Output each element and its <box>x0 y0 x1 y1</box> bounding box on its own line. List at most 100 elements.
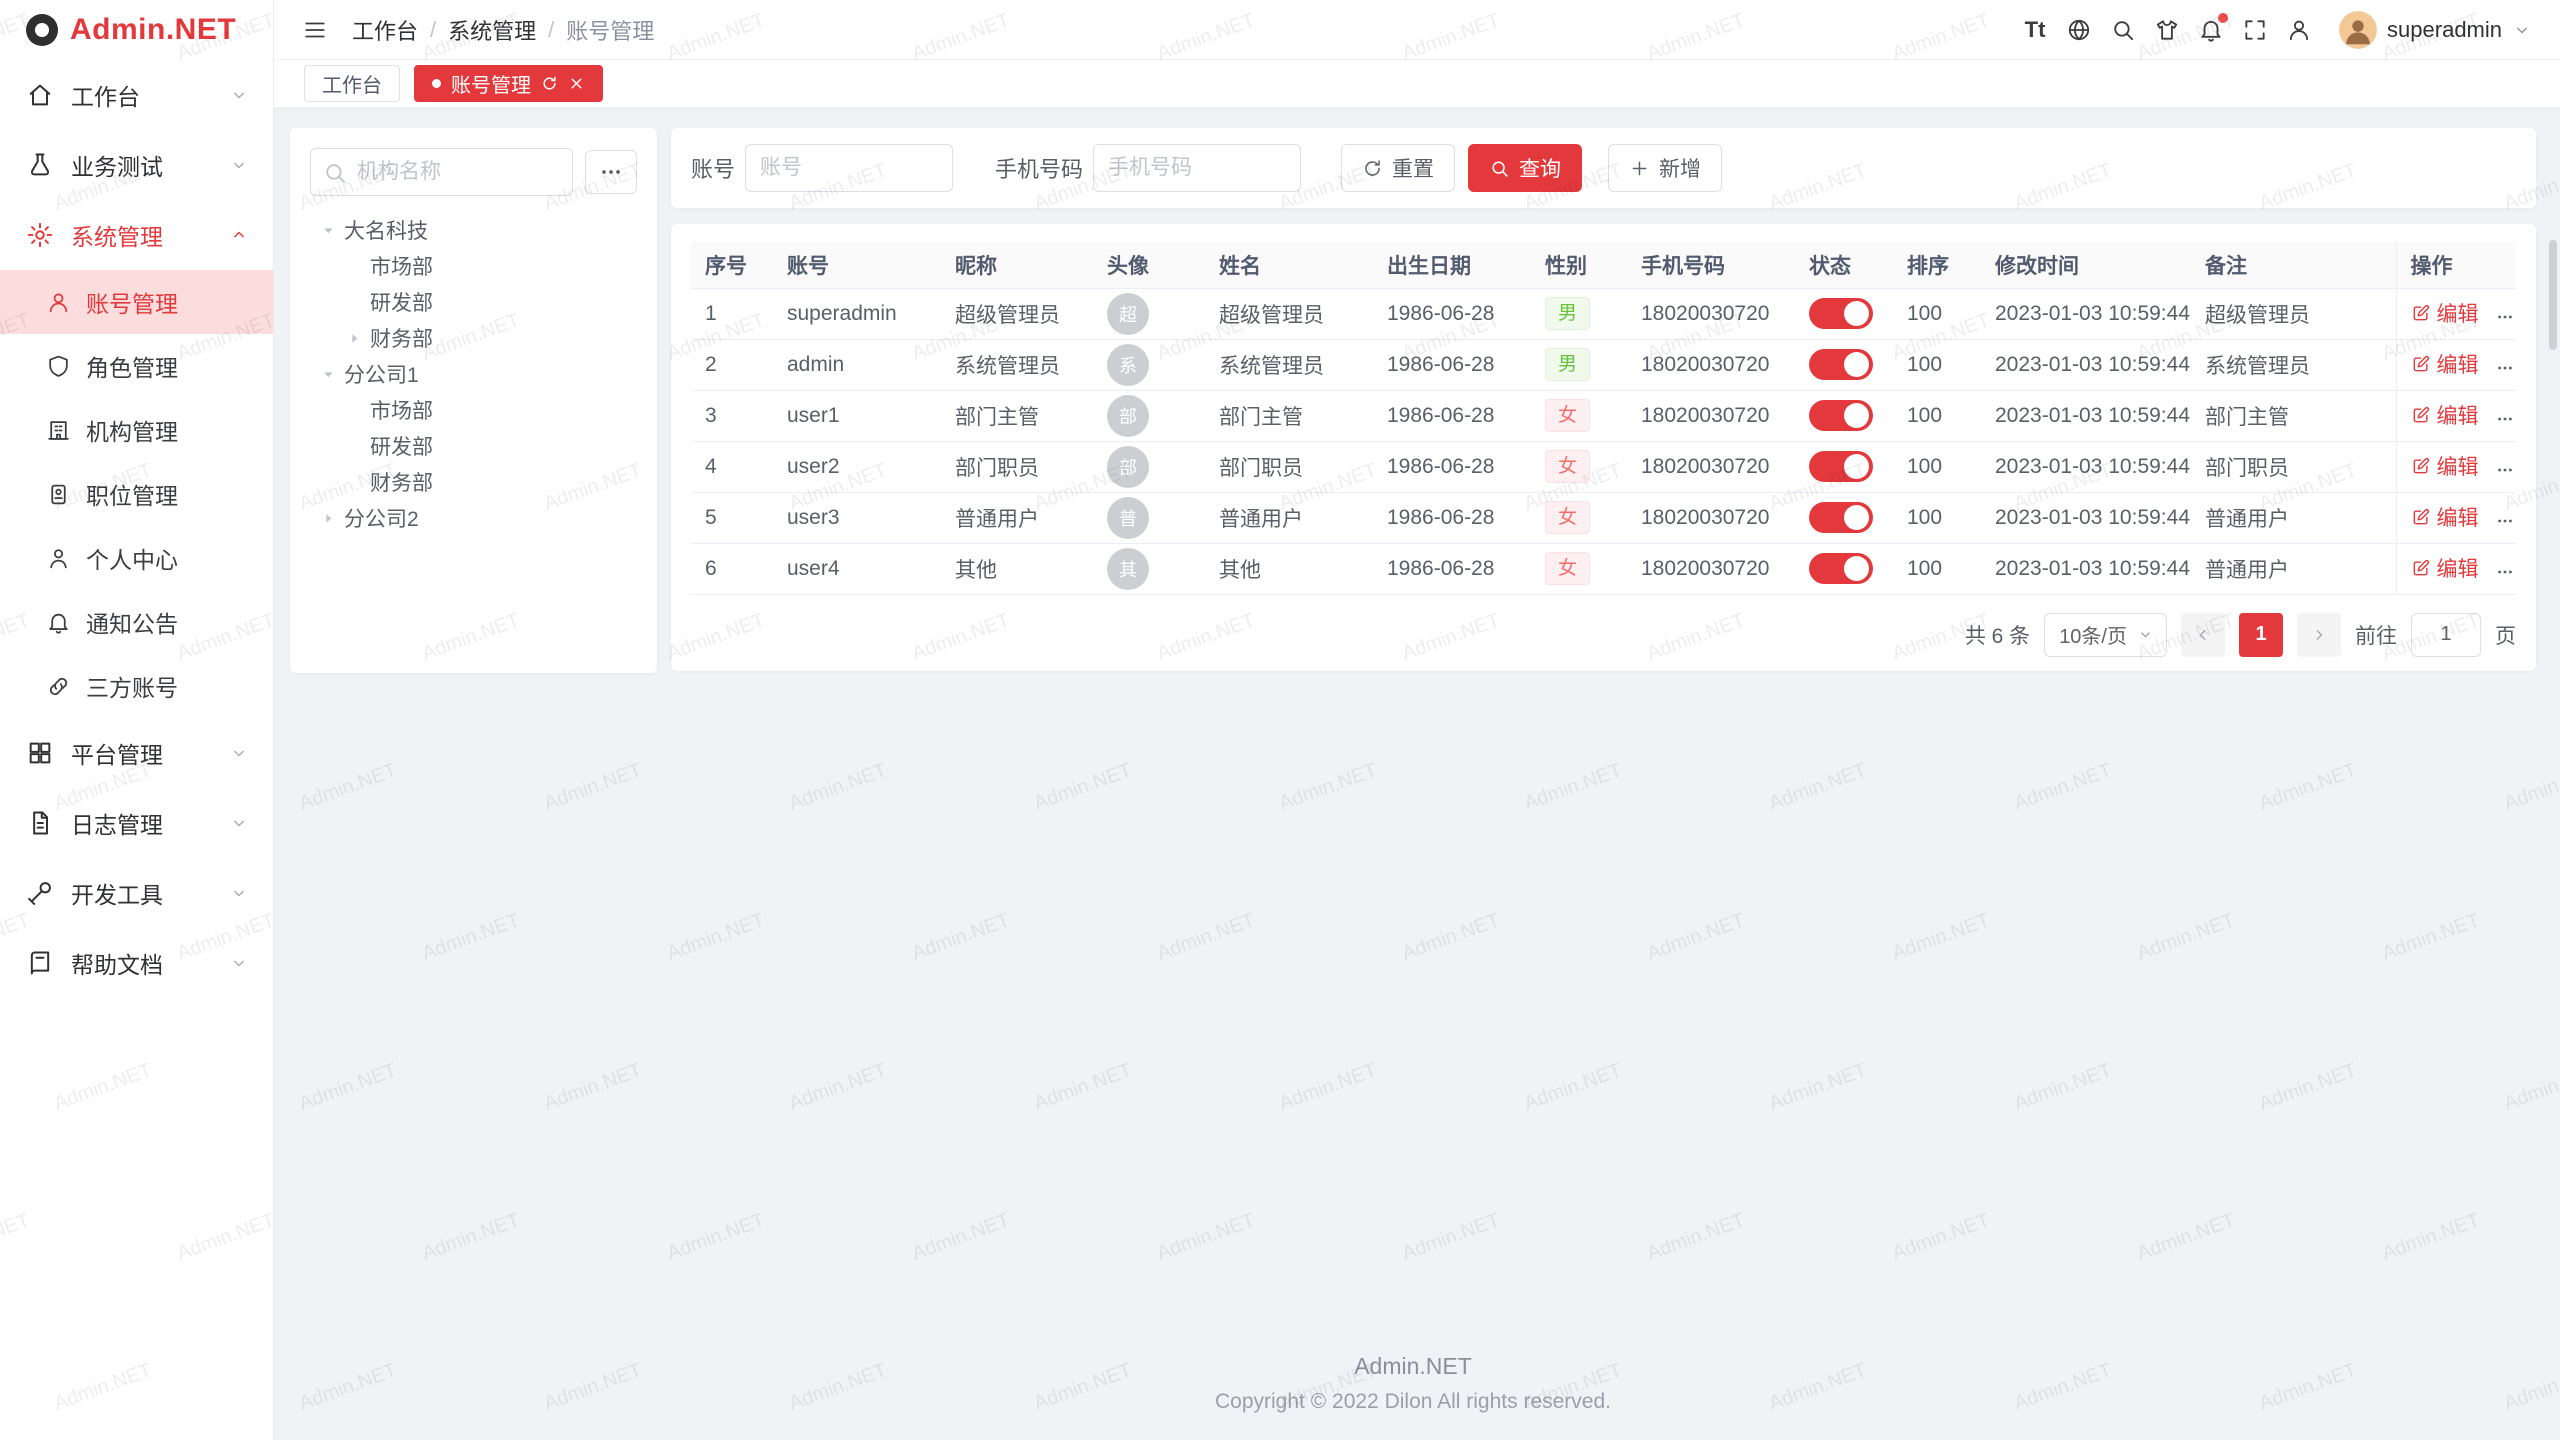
tree-node-5[interactable]: 市场部 <box>310 392 637 428</box>
tree-node-7[interactable]: 财务部 <box>310 464 637 500</box>
cell-avatar: 系 <box>1093 339 1205 390</box>
notification-button[interactable] <box>2189 8 2233 52</box>
status-switch[interactable] <box>1809 502 1873 533</box>
username: superadmin <box>2387 17 2502 43</box>
cell-status <box>1795 339 1893 390</box>
caret-down-icon[interactable] <box>320 222 337 239</box>
gender-tag: 女 <box>1545 450 1590 483</box>
caret-down-icon[interactable] <box>320 366 337 383</box>
column-header-remark: 备注 <box>2191 242 2396 288</box>
tree-node-3[interactable]: 财务部 <box>310 320 637 356</box>
row-more-button[interactable] <box>2495 460 2515 480</box>
header-icons: Tt <box>2013 8 2321 52</box>
sidebar-item-log[interactable]: 日志管理 <box>0 788 273 858</box>
sidebar-item-docs[interactable]: 帮助文档 <box>0 928 273 998</box>
status-switch[interactable] <box>1809 349 1873 380</box>
edit-button[interactable]: 编辑 <box>2411 451 2479 481</box>
scrollbar-thumb[interactable] <box>2549 240 2557 350</box>
status-switch[interactable] <box>1809 553 1873 584</box>
sidebar-subitem-notice[interactable]: 通知公告 <box>0 590 273 654</box>
tab-refresh-icon[interactable] <box>541 75 558 92</box>
cell-actions: 编辑 <box>2396 492 2516 543</box>
tree-node-2[interactable]: 研发部 <box>310 284 637 320</box>
plus-icon <box>1629 158 1650 179</box>
org-search-input[interactable] <box>310 148 573 196</box>
prev-page-button[interactable] <box>2181 613 2225 657</box>
column-header-phone: 手机号码 <box>1627 242 1795 288</box>
tree-node-1[interactable]: 市场部 <box>310 248 637 284</box>
tab-1[interactable]: 账号管理 <box>414 65 603 102</box>
cell-gender: 女 <box>1531 543 1627 594</box>
menu-collapse-button[interactable] <box>302 17 328 43</box>
sidebar-subitem-role[interactable]: 角色管理 <box>0 334 273 398</box>
table-header-row: 序号账号昵称头像姓名出生日期性别手机号码状态排序修改时间备注操作 <box>691 242 2516 288</box>
profile-button[interactable] <box>2277 8 2321 52</box>
cell-nickname: 其他 <box>941 543 1093 594</box>
avatar-icon <box>2339 11 2377 49</box>
fontsize-icon: Tt <box>2025 17 2046 43</box>
pagination: 共 6 条 10条/页 1 前往 页 <box>691 613 2516 657</box>
org-icon <box>46 418 71 443</box>
status-switch[interactable] <box>1809 400 1873 431</box>
next-page-button[interactable] <box>2297 613 2341 657</box>
tree-node-8[interactable]: 分公司2 <box>310 500 637 536</box>
app-logo[interactable]: Admin.NET <box>0 0 273 60</box>
add-button[interactable]: 新增 <box>1608 144 1722 192</box>
sidebar-subitem-profile[interactable]: 个人中心 <box>0 526 273 590</box>
tab-0[interactable]: 工作台 <box>304 65 400 102</box>
cell-index: 1 <box>691 288 773 339</box>
breadcrumb-item-2[interactable]: 账号管理 <box>566 14 654 46</box>
edit-icon <box>2411 558 2431 578</box>
edit-button[interactable]: 编辑 <box>2411 502 2479 532</box>
row-more-button[interactable] <box>2495 511 2515 531</box>
search-button[interactable]: 查询 <box>1468 144 1582 192</box>
fullscreen-button[interactable] <box>2233 8 2277 52</box>
edit-button[interactable]: 编辑 <box>2411 400 2479 430</box>
phone-input[interactable] <box>1093 144 1301 192</box>
account-input[interactable] <box>745 144 953 192</box>
search-button[interactable] <box>2101 8 2145 52</box>
edit-button[interactable]: 编辑 <box>2411 553 2479 583</box>
page-1-button[interactable]: 1 <box>2239 613 2283 657</box>
tree-node-4[interactable]: 分公司1 <box>310 356 637 392</box>
sidebar-item-system[interactable]: 系统管理 <box>0 200 273 270</box>
tab-close-icon[interactable] <box>568 75 585 92</box>
status-switch[interactable] <box>1809 451 1873 482</box>
gender-tag: 男 <box>1545 297 1590 330</box>
edit-button[interactable]: 编辑 <box>2411 349 2479 379</box>
sidebar-item-biz-test[interactable]: 业务测试 <box>0 130 273 200</box>
sidebar-item-platform[interactable]: 平台管理 <box>0 718 273 788</box>
sidebar-subitem-position[interactable]: 职位管理 <box>0 462 273 526</box>
row-more-button[interactable] <box>2495 307 2515 327</box>
status-switch[interactable] <box>1809 298 1873 329</box>
sidebar-item-workbench[interactable]: 工作台 <box>0 60 273 130</box>
row-more-button[interactable] <box>2495 562 2515 582</box>
tree-node-0[interactable]: 大名科技 <box>310 212 637 248</box>
breadcrumb-item-0[interactable]: 工作台 <box>352 14 418 46</box>
edit-button[interactable]: 编辑 <box>2411 298 2479 328</box>
column-header-index: 序号 <box>691 242 773 288</box>
column-header-name: 姓名 <box>1205 242 1373 288</box>
org-more-button[interactable] <box>585 150 637 194</box>
sidebar-subitem-org[interactable]: 机构管理 <box>0 398 273 462</box>
row-more-button[interactable] <box>2495 358 2515 378</box>
caret-right-icon[interactable] <box>320 510 337 527</box>
row-more-button[interactable] <box>2495 409 2515 429</box>
page-size-select[interactable]: 10条/页 <box>2044 613 2167 657</box>
goto-page-input[interactable] <box>2411 613 2481 657</box>
sidebar-item-devtools[interactable]: 开发工具 <box>0 858 273 928</box>
reset-button[interactable]: 重置 <box>1341 144 1455 192</box>
locale-button[interactable] <box>2057 8 2101 52</box>
caret-right-icon[interactable] <box>346 330 363 347</box>
sidebar-subitem-third-account[interactable]: 三方账号 <box>0 654 273 718</box>
cell-name: 部门职员 <box>1205 441 1373 492</box>
sidebar-subitem-account[interactable]: 账号管理 <box>0 270 273 334</box>
cell-avatar: 部 <box>1093 390 1205 441</box>
cell-account: user3 <box>773 492 941 543</box>
user-menu[interactable]: superadmin <box>2339 11 2532 49</box>
content-row: 大名科技市场部研发部财务部分公司1市场部研发部财务部分公司2 账号 手机号码 重… <box>290 128 2536 673</box>
breadcrumb-item-1[interactable]: 系统管理 <box>448 14 536 46</box>
fontsize-button[interactable]: Tt <box>2013 8 2057 52</box>
tree-node-6[interactable]: 研发部 <box>310 428 637 464</box>
theme-button[interactable] <box>2145 8 2189 52</box>
